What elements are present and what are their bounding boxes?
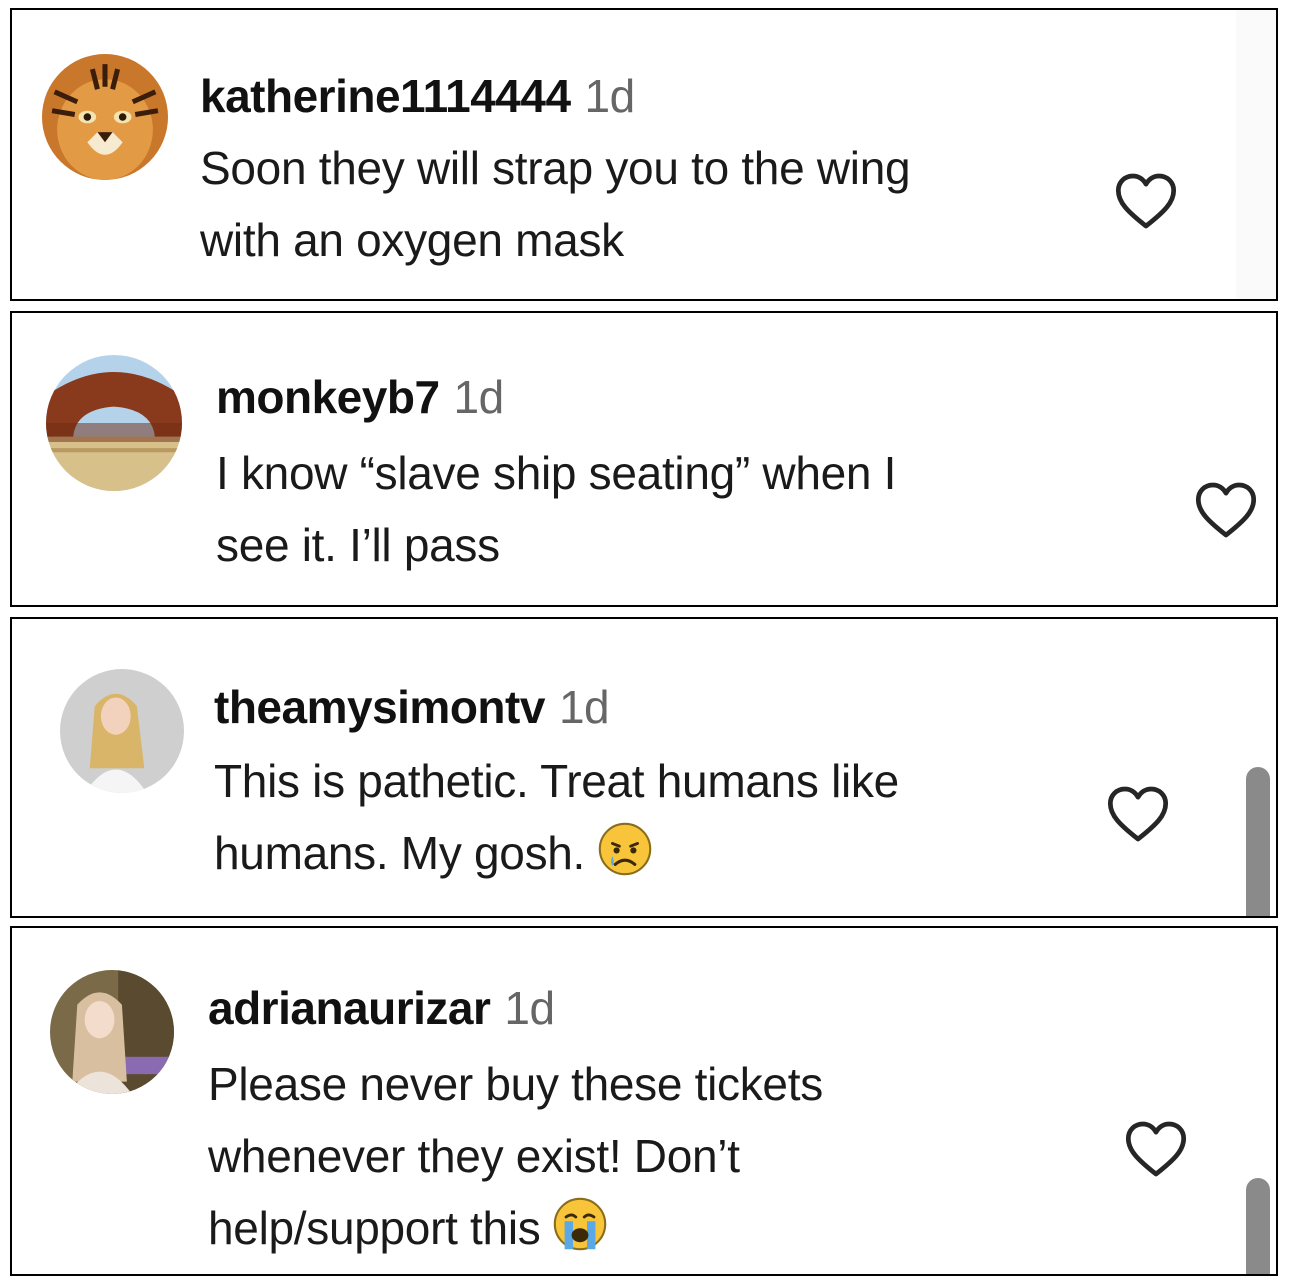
woman-portrait-avatar[interactable] (50, 970, 174, 1094)
tiger-avatar[interactable] (42, 54, 168, 180)
username[interactable]: theamysimontv (214, 681, 545, 733)
woman-portrait-avatar[interactable] (60, 669, 184, 793)
like-heart-icon[interactable] (1114, 172, 1178, 230)
like-heart-icon[interactable] (1106, 785, 1170, 843)
comment-card: katherine1114444 1d Soon they will strap … (10, 8, 1278, 301)
comment-line: Soon they will strap you to the wing (200, 142, 911, 194)
timestamp: 1d (558, 681, 610, 733)
comment-text: Soon they will strap you to the wing wit… (200, 132, 911, 276)
comment-card: theamysimontv 1d This is pathetic. Treat … (10, 617, 1278, 918)
comment-line: help/support this (208, 1192, 823, 1264)
comment-line: Please never buy these tickets (208, 1058, 823, 1110)
comment-header: adrianaurizar 1d (208, 980, 823, 1036)
scroll-track (1236, 10, 1276, 299)
comment-line: with an oxygen mask (200, 214, 624, 266)
timestamp: 1d (504, 982, 555, 1034)
timestamp: 1d (584, 70, 636, 122)
username[interactable]: katherine1114444 (200, 70, 571, 122)
crying-face-emoji (552, 1196, 608, 1252)
like-heart-icon[interactable] (1124, 1120, 1188, 1178)
comment-text: This is pathetic. Treat humans like huma… (214, 745, 899, 889)
comment-line: humans. My gosh. (214, 817, 899, 889)
comment-line: I know “slave ship seating” when I (216, 447, 897, 499)
comment-card: monkeyb7 1d I know “slave ship seating” w… (10, 311, 1278, 607)
comment-line: This is pathetic. Treat humans like (214, 755, 899, 807)
comment-line-text: help/support this (208, 1202, 541, 1254)
comment-line-text: humans. My gosh. (214, 827, 586, 879)
disappointed-face-emoji (597, 821, 653, 877)
comment-text: I know “slave ship seating” when I see i… (216, 437, 896, 581)
comment-line: see it. I’ll pass (216, 519, 500, 571)
scrollbar-thumb[interactable] (1246, 767, 1270, 916)
like-heart-icon[interactable] (1194, 481, 1258, 539)
scrollbar-thumb[interactable] (1246, 1178, 1270, 1274)
comment-text: Please never buy these tickets whenever … (208, 1048, 823, 1264)
username[interactable]: monkeyb7 (216, 371, 440, 423)
comment-header: theamysimontv 1d (214, 679, 899, 735)
rock-arch-avatar[interactable] (46, 355, 182, 491)
comment-header: katherine1114444 1d (200, 68, 910, 124)
timestamp: 1d (453, 371, 505, 423)
comment-card: adrianaurizar 1d Please never buy these t… (10, 926, 1278, 1276)
comment-line: whenever they exist! Don’t (208, 1130, 740, 1182)
username[interactable]: adrianaurizar (208, 982, 491, 1034)
comment-header: monkeyb7 1d (216, 369, 896, 425)
